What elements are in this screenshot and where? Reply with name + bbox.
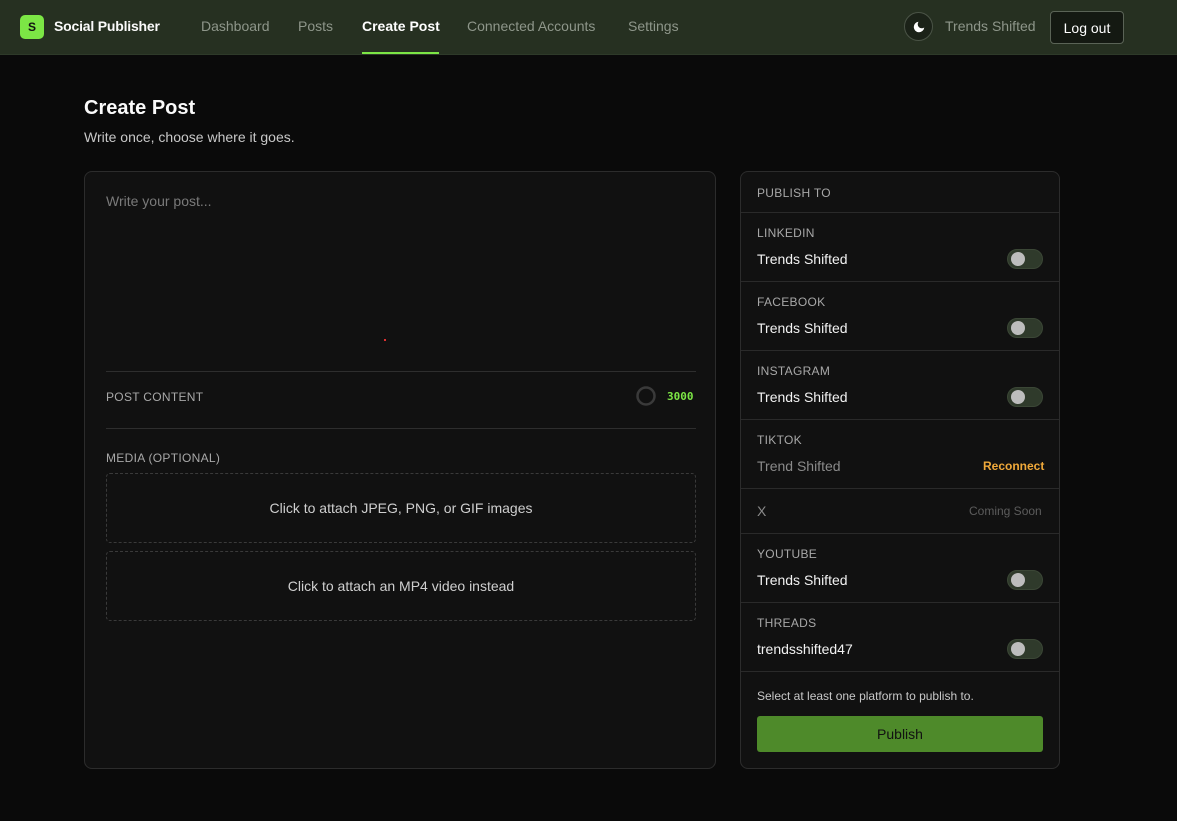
logout-button[interactable]: Log out — [1050, 11, 1124, 44]
post-editor-card: POST CONTENT 3000 MEDIA (OPTIONAL) Click… — [84, 171, 716, 769]
app-logo[interactable]: S — [20, 15, 44, 39]
divider — [741, 671, 1059, 672]
image-dropzone-label: Click to attach JPEG, PNG, or GIF images — [269, 500, 533, 516]
platform-name-linkedin: LINKEDIN — [757, 226, 815, 240]
toggle-knob — [1011, 642, 1025, 656]
divider — [741, 488, 1059, 489]
account-name-linkedin: Trends Shifted — [757, 251, 848, 267]
page-title: Create Post — [84, 97, 196, 119]
platform-name-youtube: YOUTUBE — [757, 547, 818, 561]
nav-link-settings[interactable]: Settings — [628, 18, 679, 34]
nav-link-posts[interactable]: Posts — [298, 18, 333, 34]
toggle-instagram[interactable] — [1007, 387, 1043, 407]
video-dropzone[interactable]: Click to attach an MP4 video instead — [106, 551, 696, 621]
platform-name-x: X — [757, 503, 767, 519]
account-name-tiktok: Trend Shifted — [757, 458, 841, 474]
active-tab-indicator — [362, 52, 439, 54]
toggle-knob — [1011, 390, 1025, 404]
nav-link-create-post[interactable]: Create Post — [362, 18, 440, 34]
account-name-threads: trendsshifted47 — [757, 641, 853, 657]
divider — [106, 371, 696, 372]
moon-icon — [913, 21, 924, 32]
top-nav-bar: S Social Publisher Dashboard Posts Creat… — [0, 0, 1177, 55]
divider — [741, 602, 1059, 603]
toggle-linkedin[interactable] — [1007, 249, 1043, 269]
divider — [741, 212, 1059, 213]
media-label: MEDIA (OPTIONAL) — [106, 451, 221, 465]
divider — [741, 419, 1059, 420]
theme-toggle-button[interactable] — [904, 12, 933, 41]
platform-name-facebook: FACEBOOK — [757, 295, 826, 309]
account-name-instagram: Trends Shifted — [757, 389, 848, 405]
divider — [741, 533, 1059, 534]
platform-name-tiktok: TIKTOK — [757, 433, 802, 447]
publish-button[interactable]: Publish — [757, 716, 1043, 752]
toggle-facebook[interactable] — [1007, 318, 1043, 338]
current-user-name: Trends Shifted — [945, 18, 1036, 34]
app-brand[interactable]: Social Publisher — [54, 18, 160, 34]
post-content-label: POST CONTENT — [106, 390, 204, 404]
toggle-threads[interactable] — [1007, 639, 1043, 659]
toggle-knob — [1011, 252, 1025, 266]
divider — [106, 428, 696, 429]
publish-to-header: PUBLISH TO — [757, 186, 831, 200]
x-coming-soon-label: Coming Soon — [969, 504, 1042, 518]
publish-to-panel: PUBLISH TO LINKEDIN Trends Shifted FACEB… — [740, 171, 1060, 769]
account-name-facebook: Trends Shifted — [757, 320, 848, 336]
toggle-youtube[interactable] — [1007, 570, 1043, 590]
account-name-youtube: Trends Shifted — [757, 572, 848, 588]
publish-helper-text: Select at least one platform to publish … — [757, 689, 974, 703]
nav-link-dashboard[interactable]: Dashboard — [201, 18, 270, 34]
text-cursor-marker — [384, 339, 386, 341]
char-count-ring-icon — [636, 386, 656, 406]
platform-name-instagram: INSTAGRAM — [757, 364, 831, 378]
page-subtitle: Write once, choose where it goes. — [84, 129, 295, 145]
divider — [741, 281, 1059, 282]
toggle-knob — [1011, 573, 1025, 587]
char-remaining-count: 3000 — [667, 390, 694, 403]
divider — [741, 350, 1059, 351]
post-content-input[interactable] — [106, 193, 696, 368]
image-dropzone[interactable]: Click to attach JPEG, PNG, or GIF images — [106, 473, 696, 543]
platform-name-threads: THREADS — [757, 616, 817, 630]
tiktok-reconnect-link[interactable]: Reconnect — [983, 459, 1044, 473]
nav-link-connected-accounts[interactable]: Connected Accounts — [467, 18, 595, 34]
video-dropzone-label: Click to attach an MP4 video instead — [287, 578, 515, 594]
toggle-knob — [1011, 321, 1025, 335]
